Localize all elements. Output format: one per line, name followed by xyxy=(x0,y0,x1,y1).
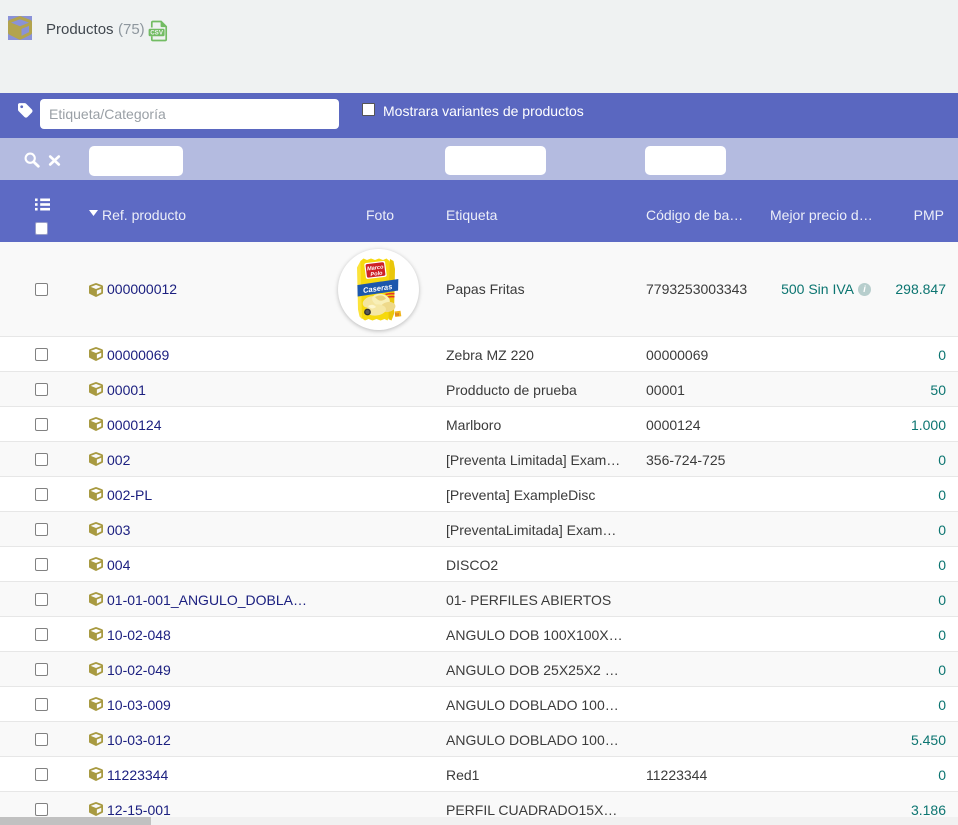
svg-text:M: M xyxy=(395,312,399,317)
svg-text:CSV: CSV xyxy=(150,30,164,37)
